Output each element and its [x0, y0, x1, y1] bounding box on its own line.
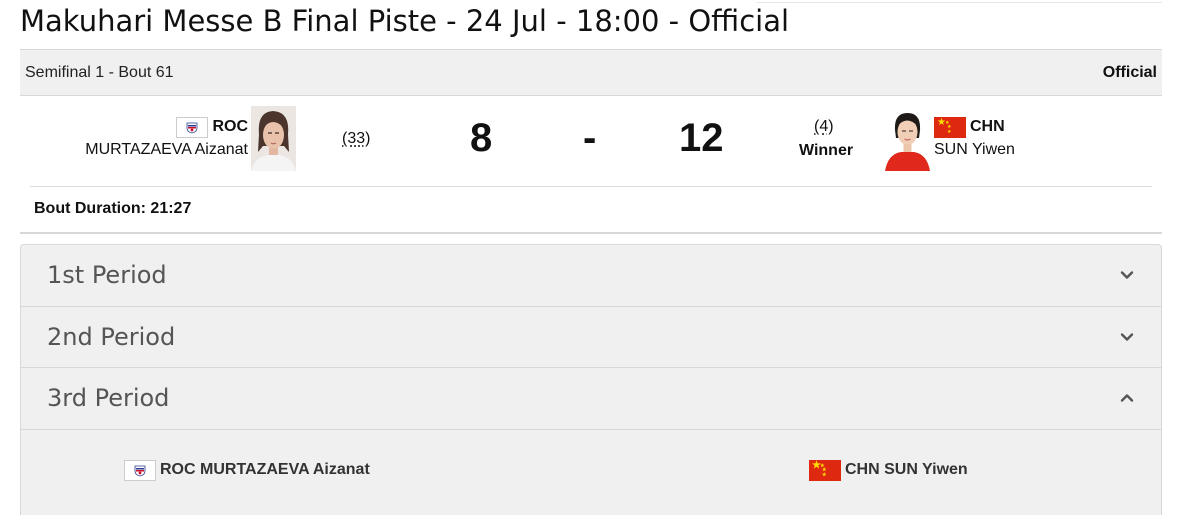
period-right-athlete: ★ ★ ★ ★ CHN SUN Yiwen [809, 459, 968, 481]
period-label: 3rd Period [47, 384, 170, 413]
bout-header: Semifinal 1 - Bout 61 Official [20, 49, 1162, 96]
divider [20, 232, 1162, 234]
period-2-toggle[interactable]: 2nd Period [21, 307, 1161, 368]
period-1-toggle[interactable]: 1st Period [21, 245, 1161, 307]
left-athlete-name[interactable]: MURTAZAEVA Aizanat [85, 141, 248, 159]
roc-flag-icon [176, 116, 209, 138]
period-label: 1st Period [47, 261, 167, 290]
top-divider [756, 2, 1162, 3]
right-athlete-name[interactable]: SUN Yiwen [934, 141, 1015, 159]
chevron-up-icon [1120, 394, 1134, 402]
bout-duration: Bout Duration: 21:27 [34, 200, 192, 217]
right-seed[interactable]: (4) [814, 118, 834, 136]
period-left-athlete-label: ROC MURTAZAEVA Aizanat [160, 461, 370, 478]
bout-label: Semifinal 1 - Bout 61 [25, 63, 174, 81]
left-seed[interactable]: (33) [342, 130, 370, 148]
roc-flag-icon [124, 459, 156, 481]
bout-status: Official [1102, 63, 1157, 81]
score-separator: - [583, 116, 597, 160]
periods-accordion: 1st Period 2nd Period 3rd Period ROC MUR… [20, 244, 1162, 515]
period-3-toggle[interactable]: 3rd Period [21, 368, 1161, 430]
right-score: 12 [679, 116, 724, 160]
winner-label: Winner [799, 142, 854, 159]
chn-flag-icon: ★ ★ ★ ★ [809, 459, 841, 481]
left-noc: ROC [212, 118, 248, 135]
period-label: 2nd Period [47, 322, 176, 351]
left-athlete: ROC MURTAZAEVA Aizanat [85, 116, 248, 159]
chn-flag-icon: ★ ★ ★ ★ [934, 116, 966, 138]
right-noc: CHN [970, 118, 1005, 135]
period-3-detail: ROC MURTAZAEVA Aizanat ★ ★ ★ ★ CHN SUN Yiwe… [21, 429, 1161, 515]
left-score: 8 [470, 116, 493, 160]
period-right-athlete-label: CHN SUN Yiwen [845, 461, 968, 478]
right-athlete-photo [885, 106, 930, 171]
left-athlete-photo [251, 106, 296, 171]
chevron-down-icon [1120, 333, 1134, 341]
right-athlete: ★ ★ ★ ★ CHN SUN Yiwen [934, 116, 1015, 159]
period-left-athlete: ROC MURTAZAEVA Aizanat [124, 459, 370, 481]
divider [30, 186, 1152, 187]
page-title: Makuhari Messe B Final Piste - 24 Jul - … [20, 4, 790, 38]
chevron-down-icon [1120, 271, 1134, 279]
